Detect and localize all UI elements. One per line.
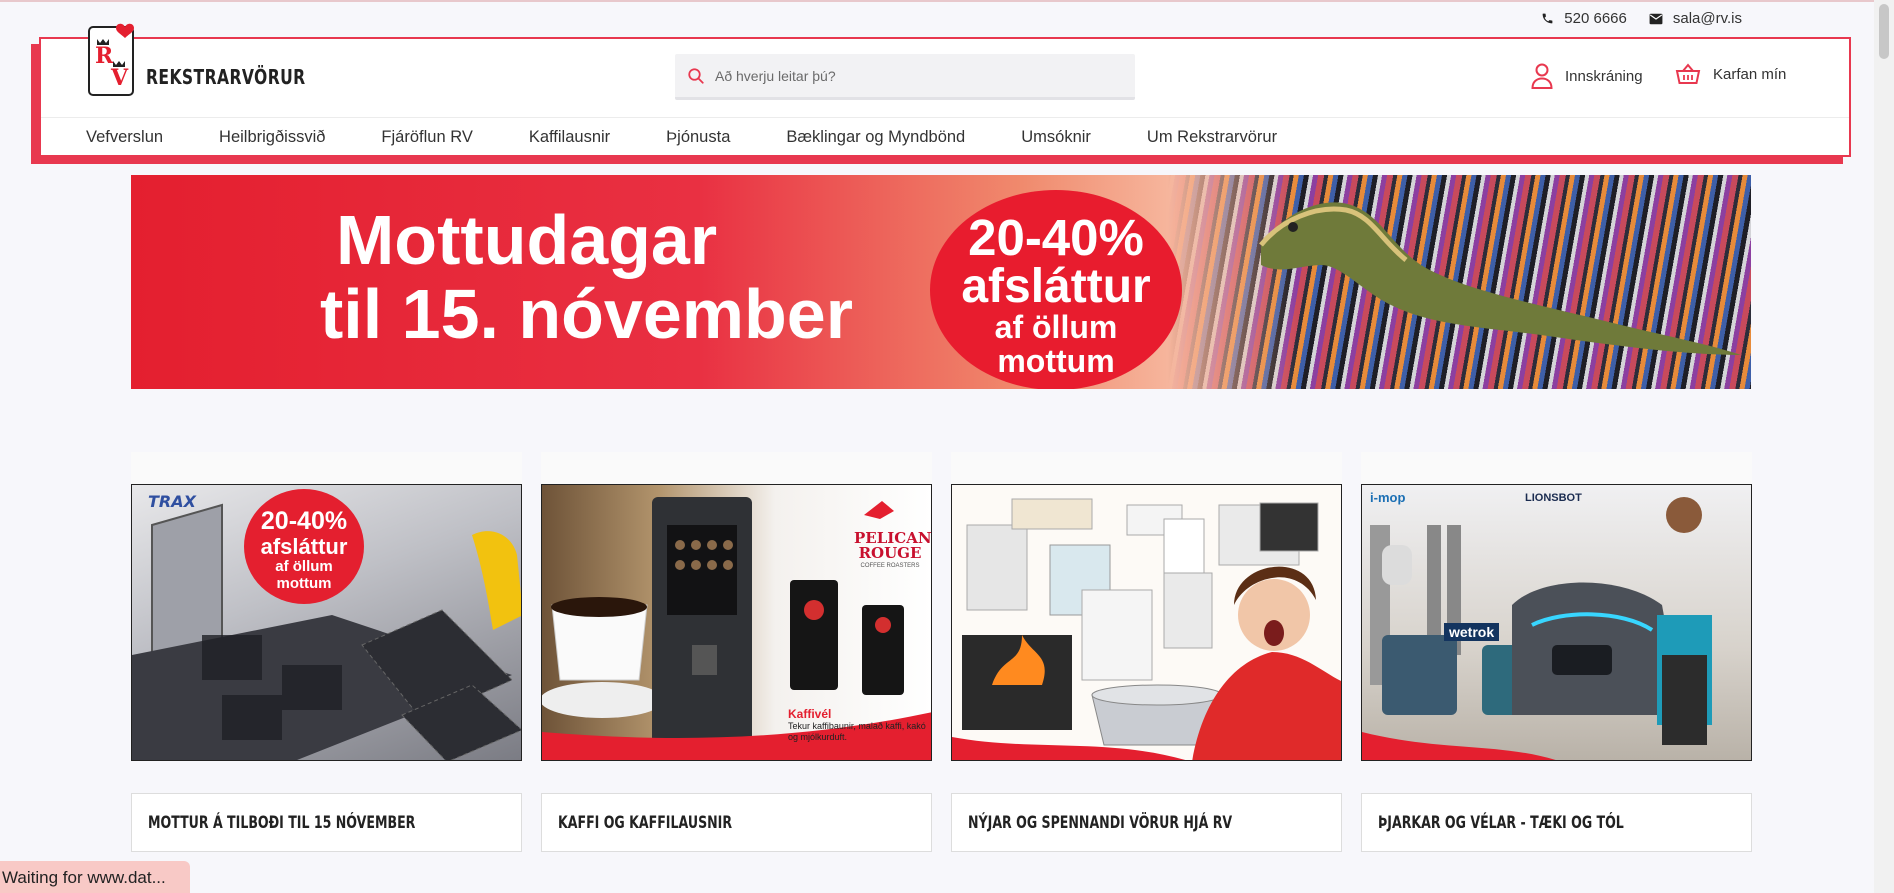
card-image-new-products[interactable] <box>951 484 1342 761</box>
category-card-new-products[interactable]: NÝJAR OG SPENNANDI VÖRUR HJÁ RV <box>951 452 1342 852</box>
brand-name[interactable]: REKSTRARVÖRUR <box>146 65 306 89</box>
scrollbar-thumb[interactable] <box>1879 4 1889 59</box>
top-border <box>0 0 1894 2</box>
badge-line4: mottum <box>997 343 1115 379</box>
category-card-robots[interactable]: i-mop LIONSBOT wetrok ÞJARKAR OG VÉLAR -… <box>1361 452 1752 852</box>
login-label: Innskráning <box>1565 67 1643 85</box>
contact-bar: 520 6666 sala@rv.is <box>1541 10 1742 27</box>
nav-item-vefverslun[interactable]: Vefverslun <box>86 128 163 147</box>
cart-label: Karfan mín <box>1713 65 1787 83</box>
coffee-illustration <box>542 497 931 760</box>
email-address: sala@rv.is <box>1672 10 1742 27</box>
badge-word: afsláttur <box>961 260 1151 313</box>
basket-icon <box>1675 63 1701 84</box>
email-link[interactable]: sala@rv.is <box>1649 10 1742 27</box>
trax-logo: TRAX <box>148 492 197 511</box>
card-image-mats[interactable]: TRAX 20-40% afsláttur af öllum mottum <box>131 484 522 761</box>
nav-item-umsoknir[interactable]: Umsóknir <box>1021 128 1091 147</box>
card-badge-line4: mottum <box>276 575 332 592</box>
nav-item-kaffilausnir[interactable]: Kaffilausnir <box>529 128 610 147</box>
category-card-coffee[interactable]: PELICAN ROUGE COFFEE ROASTERS Kaffivél T… <box>541 452 932 852</box>
card-image-robots[interactable]: i-mop LIONSBOT wetrok <box>1361 484 1752 761</box>
card-discount-badge: 20-40% afsláttur af öllum mottum <box>244 489 364 604</box>
pelican-rouge-logo: PELICAN ROUGE <box>854 529 932 562</box>
search-input[interactable] <box>715 67 1115 84</box>
kaffivel-title: Kaffivél <box>788 707 832 721</box>
phone-icon <box>1542 13 1553 24</box>
chameleon-image <box>1259 202 1741 355</box>
nav-item-fjaroflun[interactable]: Fjáröflun RV <box>381 128 472 147</box>
badge-line3: af öllum <box>994 309 1118 345</box>
card-title-coffee[interactable]: KAFFI OG KAFFILAUSNIR <box>541 793 932 852</box>
robots-illustration <box>1362 497 1712 760</box>
card-badge-percent: 20-40% <box>260 507 348 535</box>
imop-logo: i-mop <box>1370 490 1406 505</box>
scrollbar[interactable] <box>1874 0 1894 893</box>
svg-text:V: V <box>110 65 129 91</box>
rv-logo-icon: R V <box>88 23 134 96</box>
user-icon <box>1531 63 1553 89</box>
rv-logo[interactable]: R V <box>87 21 137 97</box>
card-title-robots[interactable]: ÞJARKAR OG VÉLAR - TÆKI OG TÓL <box>1361 793 1752 852</box>
login-link[interactable]: Innskráning <box>1531 63 1643 89</box>
search-box[interactable] <box>675 54 1135 100</box>
card-badge-line3: af öllum <box>275 558 333 575</box>
lionsbot-logo: LIONSBOT <box>1525 492 1582 504</box>
wetrok-logo: wetrok <box>1444 623 1500 641</box>
category-card-mats[interactable]: TRAX 20-40% afsláttur af öllum mottum MO… <box>131 452 522 852</box>
phone-number: 520 6666 <box>1564 10 1627 27</box>
nav-item-thjonusta[interactable]: Þjónusta <box>666 128 730 147</box>
nav-item-baeklingar[interactable]: Bæklingar og Myndbönd <box>786 128 965 147</box>
card-title-mats[interactable]: MOTTUR Á TILBOÐI TIL 15 NÓVEMBER <box>131 793 522 852</box>
browser-status-bar: Waiting for www.dat... <box>0 861 190 893</box>
cart-link[interactable]: Karfan mín <box>1675 63 1786 85</box>
category-cards: TRAX 20-40% afsláttur af öllum mottum MO… <box>131 452 1752 852</box>
main-nav: Vefverslun Heilbrigðissvið Fjáröflun RV … <box>86 128 1333 147</box>
site-header: R V REKSTRARVÖRUR Innskráning Karfan mín… <box>39 23 1851 157</box>
search-icon <box>688 67 704 84</box>
hero-banner[interactable]: Mottudagar til 15. nóvember 20-40% afslá… <box>131 175 1751 389</box>
discount-badge: 20-40% afsláttur af öllum mottum <box>930 190 1182 389</box>
phone-link[interactable]: 520 6666 <box>1541 10 1627 27</box>
nav-item-um-rekstrarvorur[interactable]: Um Rekstrarvörur <box>1147 128 1277 147</box>
nav-item-heilbrigdissvid[interactable]: Heilbrigðissvið <box>219 128 325 147</box>
pelican-rouge-sub: COFFEE ROASTERS <box>860 563 920 569</box>
badge-percent: 20-40% <box>968 209 1144 266</box>
mail-icon <box>1649 13 1663 24</box>
products-illustration <box>952 498 1341 760</box>
card-badge-word: afsláttur <box>260 534 348 559</box>
kaffivel-text: Tekur kaffibaunir, malað kaffi, kakó og … <box>788 721 926 742</box>
card-image-coffee[interactable]: PELICAN ROUGE COFFEE ROASTERS Kaffivél T… <box>541 484 932 761</box>
card-title-new-products[interactable]: NÝJAR OG SPENNANDI VÖRUR HJÁ RV <box>951 793 1342 852</box>
banner-title-line1: Mottudagar <box>336 201 718 279</box>
banner-title-line2: til 15. nóvember <box>320 275 853 353</box>
nav-divider <box>41 117 1849 118</box>
